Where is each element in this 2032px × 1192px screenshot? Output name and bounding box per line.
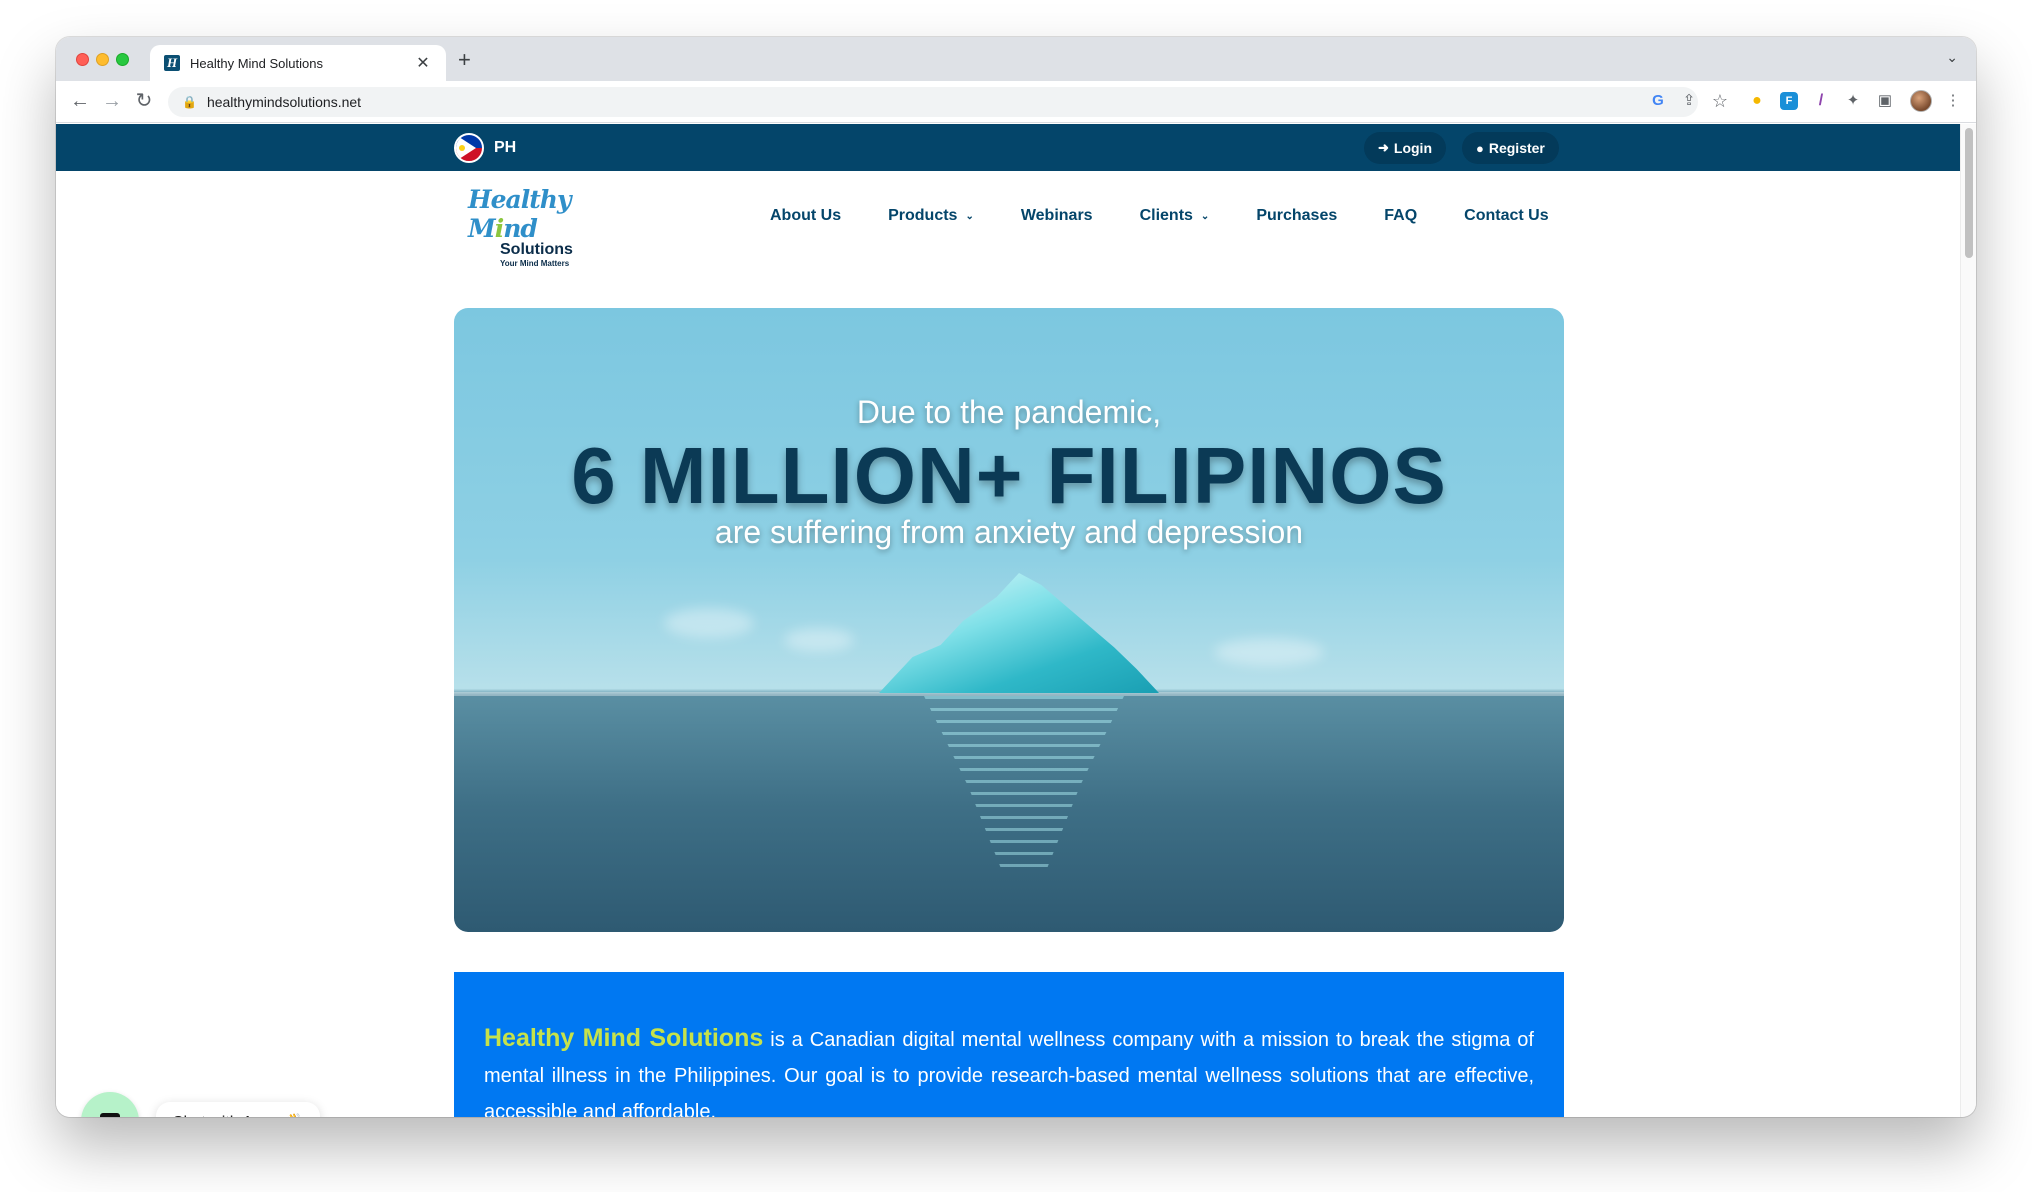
mission-statement: Healthy Mind Solutions is a Canadian dig…: [454, 972, 1564, 1117]
site-logo[interactable]: Healthy Mind Solutions Your Mind Matters: [468, 185, 608, 268]
nav-clients[interactable]: Clients ⌄: [1140, 207, 1210, 225]
nav-purchases[interactable]: Purchases: [1256, 207, 1337, 225]
url-text[interactable]: healthymindsolutions.net: [207, 94, 361, 110]
extension-pen-icon[interactable]: /: [1812, 92, 1830, 110]
chevron-down-icon: ⌄: [1200, 210, 1210, 222]
tab-search-icon[interactable]: ⌄: [1946, 49, 1958, 66]
login-label: Login: [1393, 140, 1433, 156]
cloud-shape: [664, 608, 754, 638]
main-navbar: Healthy Mind Solutions Your Mind Matters…: [56, 171, 1960, 268]
profile-avatar[interactable]: [1910, 90, 1932, 112]
sign-in-icon: ➜: [1378, 140, 1389, 155]
nav-products[interactable]: Products ⌄: [888, 207, 974, 225]
register-button[interactable]: ● Register: [1462, 132, 1559, 164]
nav-contact-us[interactable]: Contact Us: [1464, 207, 1548, 225]
user-icon: ●: [1476, 140, 1484, 156]
web-page: PH ➜ Login ● Register Healthy Mind Solut…: [56, 124, 1960, 1117]
hero-headline: 6 MILLION+ FILIPINOS: [571, 431, 1447, 520]
country-selector[interactable]: PH: [454, 133, 516, 163]
extension-bulb-icon[interactable]: ●: [1748, 92, 1766, 110]
share-icon[interactable]: ⇪: [1678, 89, 1700, 113]
address-bar[interactable]: 🔒 healthymindsolutions.net: [168, 87, 1698, 117]
lock-icon[interactable]: 🔒: [182, 95, 197, 109]
browser-tab[interactable]: H Healthy Mind Solutions ✕: [150, 45, 446, 81]
extension-blue-icon[interactable]: F: [1780, 92, 1798, 110]
tab-title: Healthy Mind Solutions: [190, 55, 323, 71]
page-scrollbar[interactable]: [1960, 124, 1976, 1117]
login-button[interactable]: ➜ Login: [1364, 132, 1447, 164]
chevron-down-icon: ⌄: [965, 210, 974, 222]
tab-strip: H Healthy Mind Solutions ✕ + ⌄: [56, 37, 1976, 81]
minimize-window-button[interactable]: [96, 53, 109, 66]
logo-tagline: Your Mind Matters: [500, 259, 570, 268]
mission-text: Healthy Mind Solutions is a Canadian dig…: [484, 1024, 1534, 1117]
top-bar: PH ➜ Login ● Register: [56, 124, 1960, 171]
close-tab-icon[interactable]: ✕: [414, 53, 432, 73]
bookmark-star-icon[interactable]: ☆: [1709, 89, 1731, 113]
nav-menu: About Us Products ⌄ Webinars Clients ⌄ Pur…: [770, 171, 1596, 261]
logo-solutions: Solutions: [500, 241, 573, 258]
forward-icon[interactable]: →: [100, 89, 124, 113]
philippines-flag-icon: [454, 133, 484, 163]
side-panel-icon[interactable]: ▣: [1874, 89, 1896, 113]
hero-banner: Due to the pandemic, 6 MILLION+ FILIPINO…: [454, 308, 1564, 932]
scrollbar-thumb[interactable]: [1965, 128, 1973, 258]
browser-window: H Healthy Mind Solutions ✕ + ⌄ ← → ↻ 🔒 h…: [56, 37, 1976, 1117]
extensions-puzzle-icon[interactable]: ✦: [1842, 89, 1864, 113]
maximize-window-button[interactable]: [116, 53, 129, 66]
reload-icon[interactable]: ↻: [132, 89, 156, 113]
register-label: Register: [1488, 140, 1545, 156]
browser-toolbar: ← → ↻ 🔒 healthymindsolutions.net G ⇪ ☆ ●…: [56, 81, 1976, 123]
chat-launcher-button[interactable]: [81, 1092, 139, 1117]
cloud-shape: [784, 628, 854, 652]
google-lens-icon[interactable]: G: [1647, 89, 1669, 113]
browser-menu-icon[interactable]: ⋮: [1942, 89, 1964, 113]
iceberg-reflection: [924, 696, 1124, 876]
chat-bubble-icon: [100, 1113, 120, 1117]
back-icon[interactable]: ←: [68, 89, 92, 113]
chat-prompt-label[interactable]: Chat with Anna 👋: [156, 1102, 320, 1117]
cloud-shape: [1214, 638, 1324, 666]
hero-caption: are suffering from anxiety and depressio…: [714, 514, 1304, 550]
nav-faq[interactable]: FAQ: [1384, 207, 1417, 225]
new-tab-button[interactable]: +: [458, 47, 471, 73]
nav-webinars[interactable]: Webinars: [1021, 207, 1093, 225]
iceberg-image: [879, 573, 1159, 693]
close-window-button[interactable]: [76, 53, 89, 66]
nav-about-us[interactable]: About Us: [770, 207, 841, 225]
hero-subtitle: Due to the pandemic,: [856, 394, 1162, 430]
brand-name: Healthy Mind Solutions: [484, 1024, 764, 1052]
country-code: PH: [494, 139, 517, 156]
logo-wordmark: Healthy Mind: [468, 185, 571, 243]
favicon-icon: H: [164, 55, 180, 71]
